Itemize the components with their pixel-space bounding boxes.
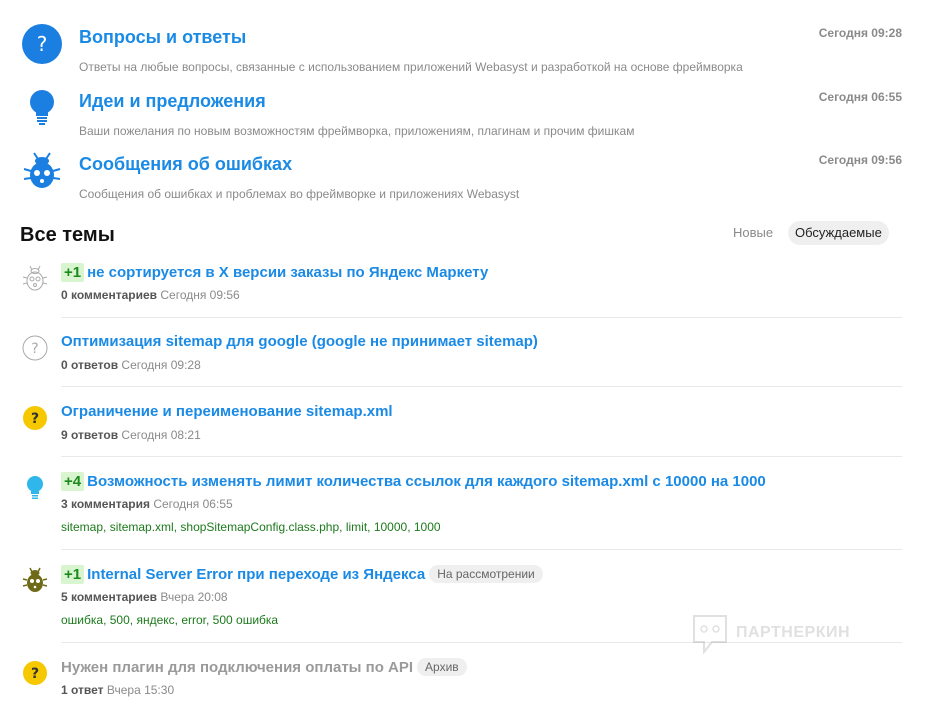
topic-time: Вчера 20:08 (160, 590, 228, 604)
topic-title-line: Оптимизация sitemap для google (google н… (61, 333, 538, 350)
lightbulb-icon (30, 90, 54, 125)
topic-title[interactable]: Возможность изменять лимит количества сс… (87, 473, 766, 490)
topic-time: Вчера 15:30 (106, 683, 175, 697)
topic-time: Сегодня 09:56 (160, 288, 240, 302)
all-topics-heading: Все темы (20, 224, 115, 246)
topic-title[interactable]: Оптимизация sitemap для google (google н… (61, 333, 538, 350)
category-questions: ? Вопросы и ответы Ответы на любые вопро… (0, 24, 928, 84)
tag-list: sitemap, sitemap.xml, shopSitemapConfig.… (61, 520, 441, 534)
tag[interactable]: 1000 (414, 520, 441, 534)
topic-title-line: Нужен плагин для подключения оплаты по A… (61, 658, 467, 676)
divider (61, 386, 902, 387)
bug-olive-icon (22, 567, 48, 592)
tag[interactable]: error (181, 613, 206, 627)
topic-time: Сегодня 09:28 (121, 358, 201, 372)
chat-bubble-icon (693, 615, 727, 655)
topic-meta: 3 комментария Сегодня 06:55 (61, 497, 233, 511)
bug-outline-icon (22, 265, 48, 291)
category-title[interactable]: Вопросы и ответы (79, 27, 246, 48)
category-ideas: Идеи и предложения Ваши пожелания по нов… (0, 88, 928, 148)
tag[interactable]: ошибка (61, 613, 103, 627)
tab-new[interactable]: Новые (726, 221, 780, 245)
category-time: Сегодня 09:28 (818, 26, 902, 40)
tag[interactable]: limit (346, 520, 367, 534)
topic-meta: 9 ответов Сегодня 08:21 (61, 428, 201, 442)
tag-list: ошибка, 500, яндекс, error, 500 ошибка (61, 613, 279, 627)
topic-meta: 0 комментариев Сегодня 09:56 (61, 288, 240, 302)
category-description: Сообщения об ошибках и проблемах во фрей… (79, 187, 520, 201)
category-bugs: Сообщения об ошибках Сообщения об ошибка… (0, 151, 928, 211)
tag[interactable]: sitemap.xml (110, 520, 174, 534)
watermark-text: ПАРТНЕРКИН (736, 624, 851, 641)
topic-meta: 0 ответов Сегодня 09:28 (61, 358, 201, 372)
vote-badge: +1 (61, 565, 85, 584)
category-time: Сегодня 06:55 (818, 90, 902, 104)
topic-title-line: +4 Возможность изменять лимит количества … (61, 472, 766, 491)
vote-badge: +1 (61, 263, 85, 282)
question-outline-icon: ? (22, 335, 48, 361)
status-badge: На рассмотрении (429, 565, 543, 583)
topic-title[interactable]: Internal Server Error при переходе из Ян… (87, 566, 425, 583)
svg-text:?: ? (37, 32, 48, 56)
tag[interactable]: shopSitemapConfig.class.php (180, 520, 339, 534)
topic-title-line: Ограничение и переименование sitemap.xml (61, 403, 393, 420)
status-badge: Архив (417, 658, 467, 676)
category-time: Сегодня 09:56 (818, 153, 902, 167)
topic-meta: 1 ответ Вчера 15:30 (61, 683, 174, 697)
divider (61, 549, 902, 550)
svg-text:?: ? (31, 666, 39, 682)
topic-title[interactable]: Нужен плагин для подключения оплаты по A… (61, 659, 413, 676)
topic-time: Сегодня 08:21 (121, 428, 201, 442)
svg-text:?: ? (31, 411, 39, 427)
topic-title-line: +1 не сортируется в X версии заказы по Ян… (61, 263, 488, 282)
category-title[interactable]: Сообщения об ошибках (79, 154, 292, 175)
category-description: Ваши пожелания по новым возможностям фре… (79, 124, 635, 138)
answer-count[interactable]: 1 ответ (61, 683, 104, 697)
comment-count[interactable]: 0 комментариев (61, 288, 157, 302)
category-description: Ответы на любые вопросы, связанные с исп… (79, 60, 743, 74)
watermark: ПАРТНЕРКИН (692, 614, 882, 655)
tab-discussed[interactable]: Обсуждаемые (788, 221, 889, 245)
tag[interactable]: sitemap (61, 520, 103, 534)
lightbulb-icon (27, 476, 43, 499)
tag[interactable]: 500 (110, 613, 130, 627)
divider (61, 456, 902, 457)
question-yellow-icon: ? (23, 661, 47, 685)
tag[interactable]: 500 ошибка (213, 613, 278, 627)
answer-count[interactable]: 0 ответов (61, 358, 118, 372)
svg-text:?: ? (31, 341, 38, 357)
tag[interactable]: яндекс (136, 613, 174, 627)
topic-title-line: +1 Internal Server Error при переходе из … (61, 565, 543, 584)
comment-count[interactable]: 3 комментария (61, 497, 150, 511)
question-yellow-icon: ? (23, 406, 47, 430)
topic-title[interactable]: не сортируется в X версии заказы по Янде… (87, 264, 488, 281)
topic-meta: 5 комментариев Вчера 20:08 (61, 590, 228, 604)
question-icon: ? (22, 24, 62, 64)
comment-count[interactable]: 5 комментариев (61, 590, 157, 604)
divider (61, 317, 902, 318)
category-title[interactable]: Идеи и предложения (79, 91, 266, 112)
topic-time: Сегодня 06:55 (153, 497, 233, 511)
topic-title[interactable]: Ограничение и переименование sitemap.xml (61, 403, 393, 420)
tag[interactable]: 10000 (374, 520, 407, 534)
bug-icon (23, 152, 61, 188)
answer-count[interactable]: 9 ответов (61, 428, 118, 442)
vote-badge: +4 (61, 472, 85, 491)
